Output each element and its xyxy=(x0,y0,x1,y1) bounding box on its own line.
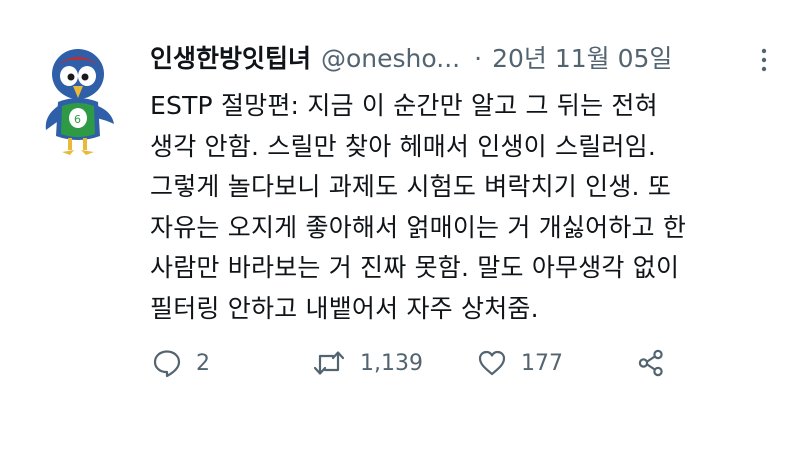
like-button[interactable]: 177 xyxy=(477,343,563,383)
tweet-actions: 2 1,139 177 xyxy=(152,343,712,383)
like-count: 177 xyxy=(521,350,563,376)
user-handle[interactable]: @onesho... xyxy=(321,42,460,76)
more-dots-icon xyxy=(761,48,767,72)
retweet-icon xyxy=(313,351,345,375)
share-icon xyxy=(638,349,663,377)
display-name[interactable]: 인생한방잇팁녀 xyxy=(150,42,311,76)
share-button[interactable] xyxy=(636,343,666,383)
retweet-count: 1,139 xyxy=(360,350,423,376)
reply-count: 2 xyxy=(196,350,210,376)
tweet-text: ESTP 절망편: 지금 이 순간만 알고 그 뒤는 전혀 생각 안함. 스릴만… xyxy=(150,91,687,323)
heart-icon xyxy=(478,350,506,376)
reply-button[interactable]: 2 xyxy=(152,343,210,383)
svg-text:6: 6 xyxy=(74,113,81,126)
bird-mascot-icon: 6 xyxy=(45,49,114,155)
reply-bubble-icon xyxy=(153,350,181,378)
tweet-card: 6 인생한방잇팁녀 @onesho... · 20년 11월 05일 ESTP … xyxy=(0,0,800,450)
more-options-button[interactable] xyxy=(752,48,776,72)
avatar[interactable]: 6 xyxy=(38,44,118,162)
tweet-date[interactable]: 20년 11월 05일 xyxy=(492,42,672,76)
separator-dot: · xyxy=(474,44,483,73)
retweet-button[interactable]: 1,139 xyxy=(312,343,423,383)
tweet-header: 인생한방잇팁녀 @onesho... · 20년 11월 05일 xyxy=(150,42,672,76)
